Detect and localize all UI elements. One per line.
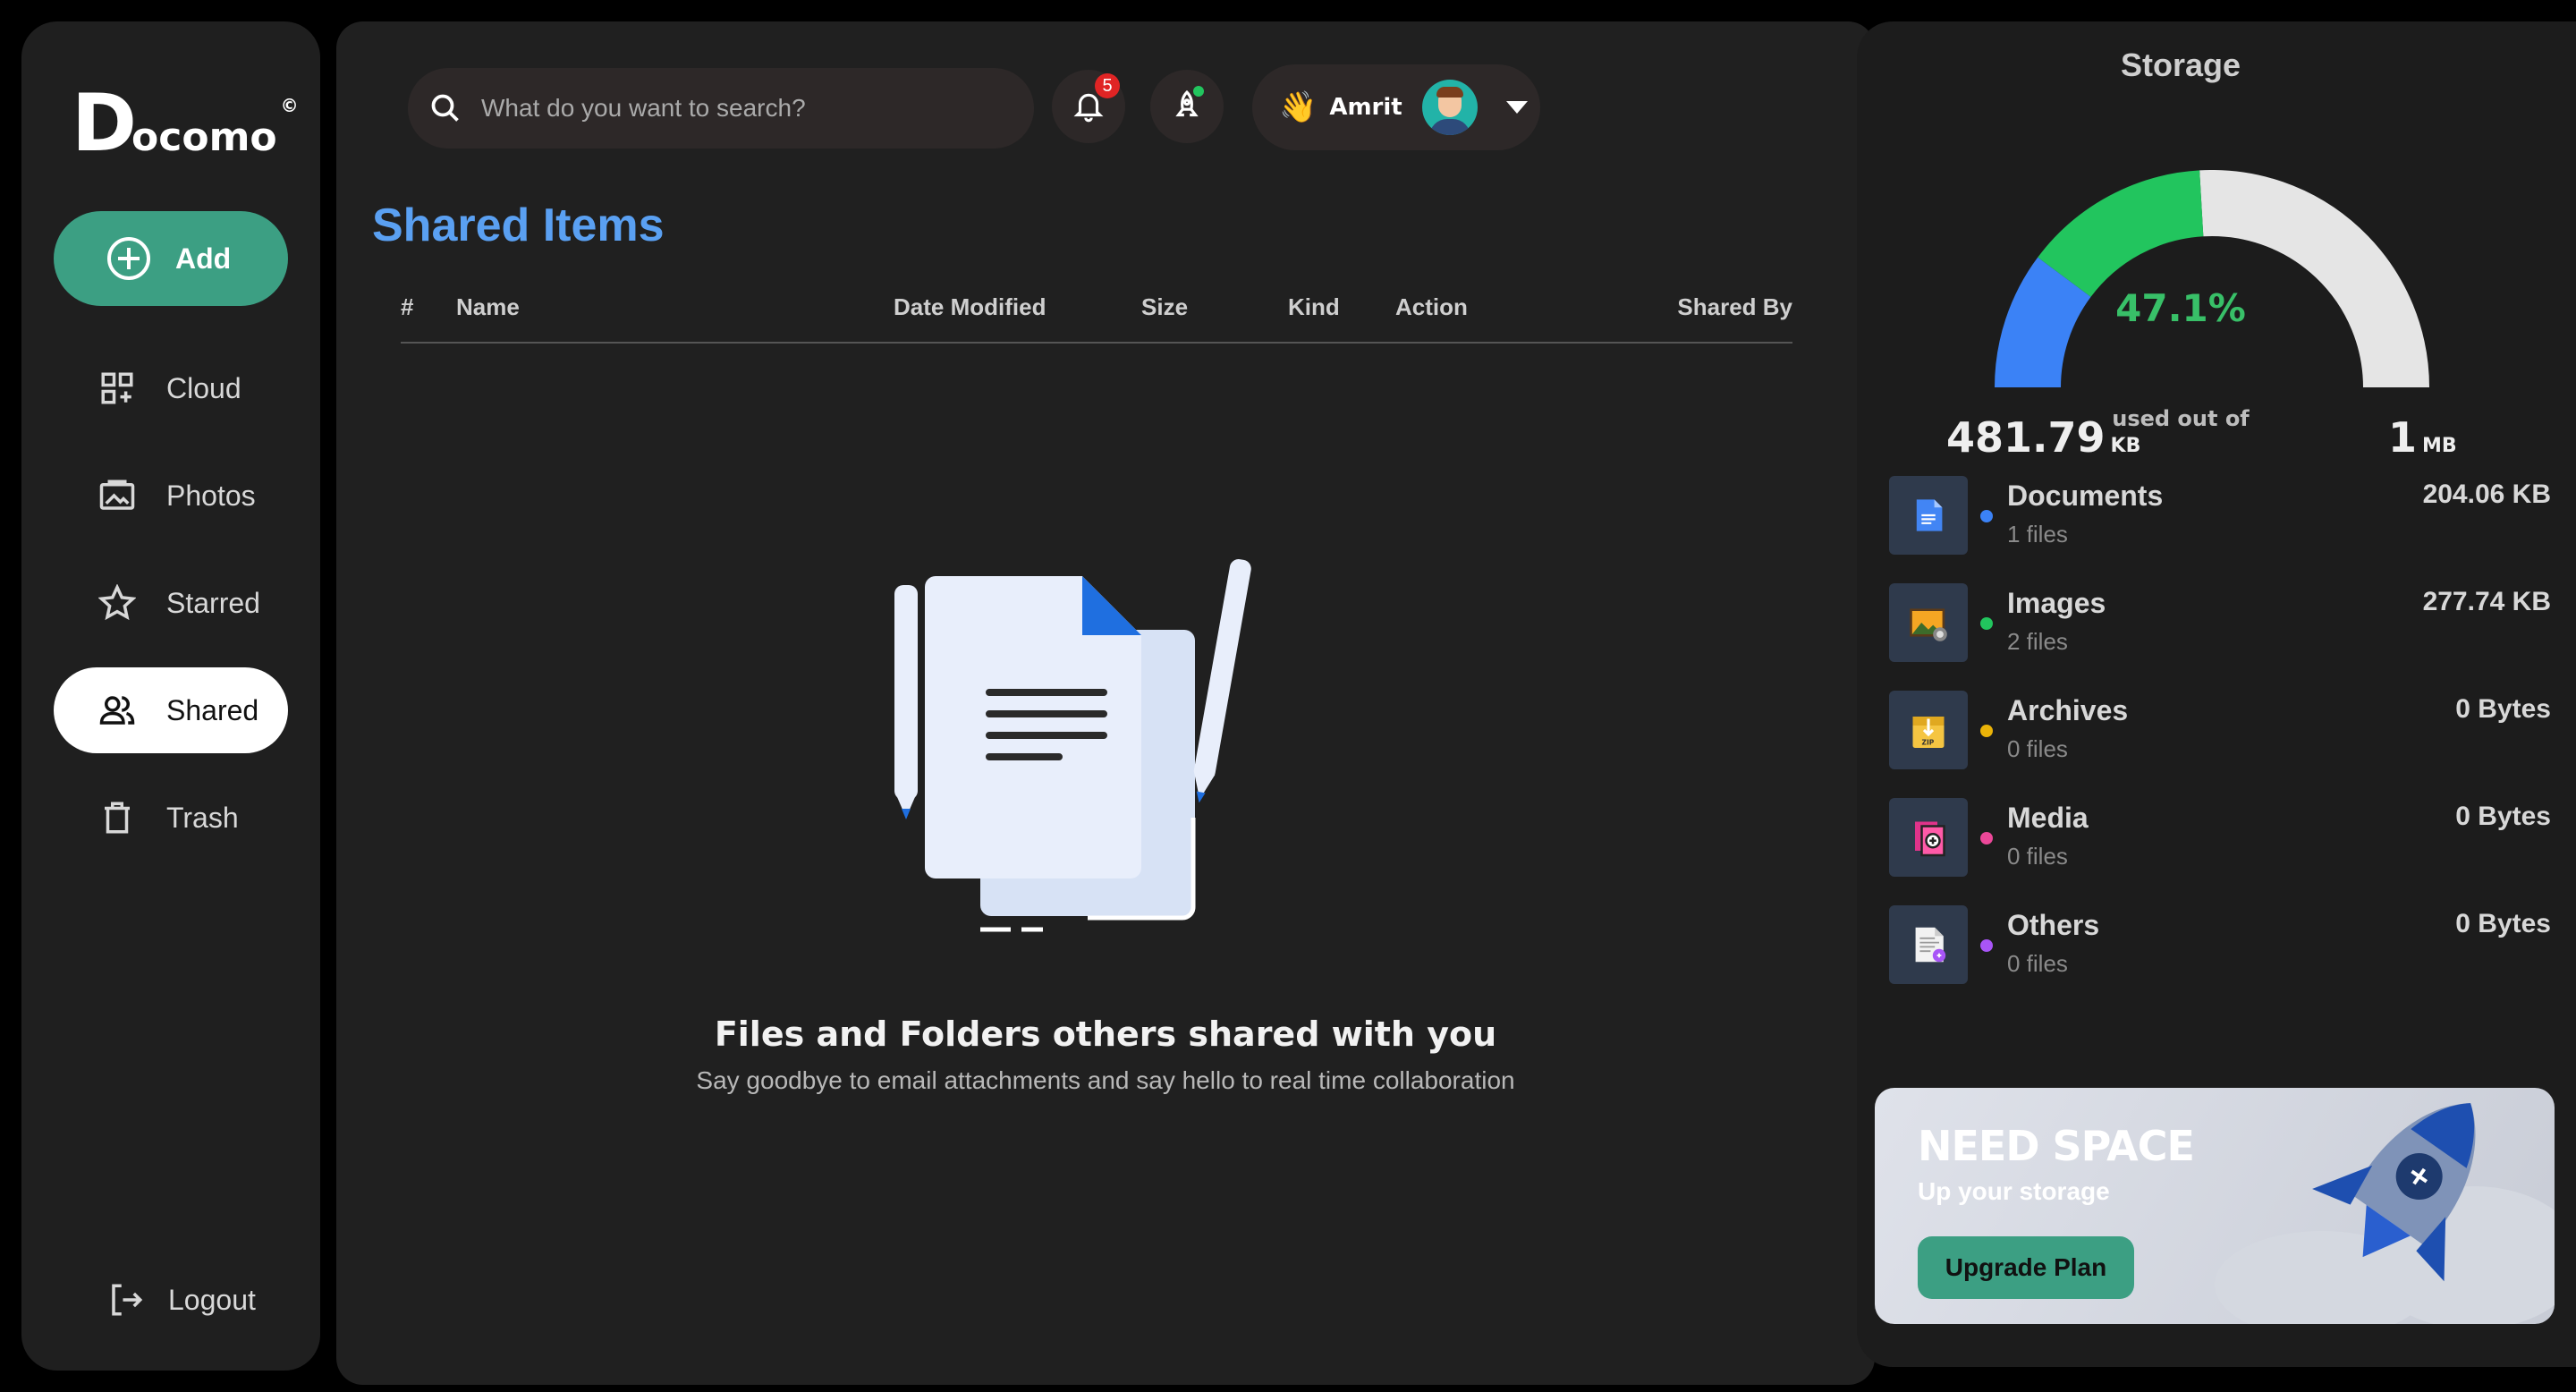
category-count: 0 files: [2007, 950, 2068, 977]
status-dot: [1191, 84, 1206, 98]
storage-category-media[interactable]: Media 0 files 0 Bytes: [1889, 794, 2551, 880]
image-icon: [1889, 583, 1968, 662]
notification-badge: 5: [1095, 73, 1120, 98]
logout-button[interactable]: Logout: [107, 1281, 256, 1319]
table-header: # Name Date Modified Size Kind Action Sh…: [401, 293, 1792, 344]
page-title: Shared Items: [372, 199, 665, 251]
category-name: Archives: [2007, 694, 2129, 726]
promo-title: NEED SPACE: [1918, 1122, 2195, 1170]
promo-subtitle: Up your storage: [1918, 1177, 2110, 1205]
upgrade-plan-button[interactable]: Upgrade Plan: [1918, 1236, 2134, 1299]
avatar: [1421, 80, 1478, 135]
column-header[interactable]: Size: [1141, 293, 1188, 321]
category-color-dot: [1980, 617, 1993, 630]
category-count: 0 files: [2007, 735, 2068, 762]
empty-state-title: Files and Folders others shared with you: [714, 1014, 1497, 1054]
rocket-button[interactable]: [1150, 70, 1224, 143]
storage-title: Storage: [2120, 47, 2241, 83]
add-button-label: Add: [175, 242, 232, 275]
column-header: Action: [1395, 293, 1468, 320]
app-logo: Docomo©: [72, 77, 299, 169]
sidebar-item-label: Trash: [166, 801, 239, 834]
sidebar: Docomo© Add Cloud Photos Starred Shared …: [21, 21, 320, 1371]
storage-category-archives[interactable]: ZIP Archives 0 files 0 Bytes: [1889, 687, 2551, 773]
category-name: Documents: [2007, 480, 2164, 512]
search-bar[interactable]: [408, 68, 1034, 149]
sidebar-item-trash[interactable]: Trash: [54, 775, 288, 861]
category-count: 2 files: [2007, 628, 2068, 655]
category-color-dot: [1980, 832, 1993, 845]
sidebar-item-photos[interactable]: Photos: [54, 453, 288, 539]
add-button[interactable]: Add: [54, 211, 288, 306]
storage-category-others[interactable]: Others 0 files 0 Bytes: [1889, 902, 2551, 988]
column-header: #: [401, 293, 414, 320]
storage-category-documents[interactable]: Documents 1 files 204.06 KB: [1889, 472, 2551, 558]
logout-label: Logout: [168, 1283, 256, 1316]
sidebar-item-starred[interactable]: Starred: [54, 560, 288, 646]
storage-percent: 47.1%: [2115, 286, 2246, 330]
column-header[interactable]: Kind: [1288, 293, 1340, 321]
shared-files-illustration: [894, 559, 1251, 932]
sidebar-item-shared[interactable]: Shared: [54, 667, 288, 753]
user-menu[interactable]: 👋 Amrit: [1252, 64, 1540, 150]
star-icon: [98, 584, 136, 621]
trash-icon: [105, 802, 130, 834]
plus-circle-icon: [107, 237, 150, 280]
logout-icon: [112, 1284, 143, 1316]
category-name: Others: [2007, 909, 2100, 941]
search-icon: [431, 94, 459, 122]
archive-icon: ZIP: [1889, 691, 1968, 769]
wave-icon: 👋: [1279, 90, 1318, 124]
column-header[interactable]: Date Modified: [894, 293, 1046, 321]
sidebar-item-label: Cloud: [166, 371, 242, 404]
category-name: Images: [2007, 587, 2106, 619]
user-name: Amrit: [1329, 94, 1402, 121]
notifications-button[interactable]: 5: [1052, 70, 1125, 143]
chevron-down-icon: [1505, 101, 1528, 114]
empty-state-subtitle: Say goodbye to email attachments and say…: [696, 1066, 1515, 1094]
category-count: 1 files: [2007, 521, 2068, 547]
sidebar-item-cloud[interactable]: Cloud: [54, 345, 288, 431]
total-amount: 1 MB: [2388, 413, 2457, 462]
grid-plus-icon: [101, 372, 133, 404]
upgrade-promo-card: NEED SPACE Up your storage Upgrade Plan: [1875, 1088, 2555, 1324]
category-size: 0 Bytes: [2455, 802, 2551, 831]
category-color-dot: [1980, 510, 1993, 522]
column-header[interactable]: Name: [456, 293, 520, 321]
sidebar-item-label: Starred: [166, 586, 260, 619]
document-icon: [1889, 476, 1968, 555]
sidebar-item-label: Photos: [166, 479, 256, 512]
rocket-illustration: [2215, 1103, 2555, 1324]
category-size: 204.06 KB: [2422, 480, 2551, 509]
category-size: 0 Bytes: [2455, 909, 2551, 938]
storage-panel: Storage 47.1% 481.79 KB used out of 1 MB D…: [1857, 21, 2576, 1367]
category-size: 277.74 KB: [2422, 587, 2551, 616]
users-icon: [99, 696, 135, 725]
category-size: 0 Bytes: [2455, 694, 2551, 724]
other-file-icon: [1889, 905, 1968, 984]
category-name: Media: [2007, 802, 2089, 834]
column-header[interactable]: Shared By: [1677, 293, 1792, 321]
search-input[interactable]: [481, 94, 982, 123]
photo-icon: [99, 480, 135, 510]
category-color-dot: [1980, 725, 1993, 737]
svg-text:ZIP: ZIP: [1922, 738, 1935, 746]
storage-category-images[interactable]: Images 2 files 277.74 KB: [1889, 580, 2551, 666]
media-icon: [1889, 798, 1968, 877]
category-count: 0 files: [2007, 843, 2068, 870]
sidebar-item-label: Shared: [166, 693, 259, 726]
category-color-dot: [1980, 939, 1993, 952]
gauge-images-segment: [2038, 170, 2205, 298]
main-panel: 5 👋 Amrit Shared Items # Name Date Modif…: [336, 21, 1875, 1385]
